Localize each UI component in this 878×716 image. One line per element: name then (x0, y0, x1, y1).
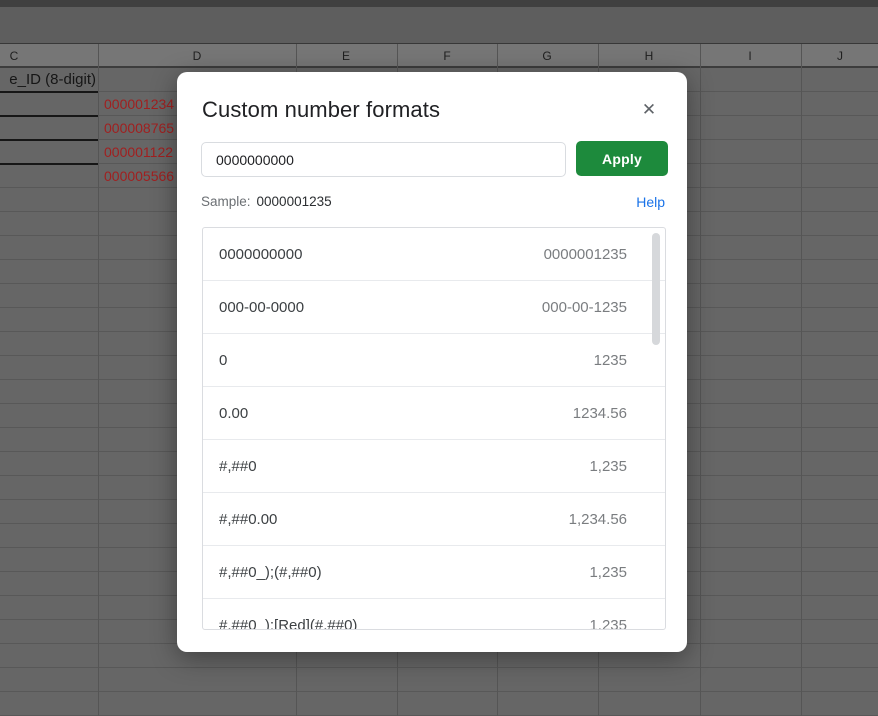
format-code: 0000000000 (219, 246, 302, 263)
help-link[interactable]: Help (636, 194, 665, 210)
format-example: 000-00-1235 (542, 299, 627, 316)
format-example: 1,235 (589, 617, 627, 630)
sheets-app-dimmed-background: C D E F G H I J e_ID (8-digit) 000001234… (0, 0, 878, 716)
column-header-i[interactable]: I (748, 49, 751, 63)
format-code: #,##0_);[Red](#,##0) (219, 617, 357, 630)
column-header-row: C D E F G H I J (0, 43, 878, 68)
format-example: 1,235 (589, 564, 627, 581)
column-header-c[interactable]: C (10, 49, 19, 63)
sample-row: Sample: 0000001235 Help (201, 194, 665, 212)
format-list-item[interactable]: 0 1235 (203, 334, 665, 387)
cell-d-value[interactable]: 000001122 (104, 140, 184, 164)
format-list-item[interactable]: 000-00-0000 000-00-1235 (203, 281, 665, 334)
format-example: 1235 (594, 352, 627, 369)
format-list-item[interactable]: #,##0 1,235 (203, 440, 665, 493)
column-header-h[interactable]: H (645, 49, 654, 63)
format-code: #,##0 (219, 458, 257, 475)
format-code: 000-00-0000 (219, 299, 304, 316)
format-example: 0000001235 (544, 246, 627, 263)
format-example: 1,234.56 (569, 511, 627, 528)
format-code: 0.00 (219, 405, 248, 422)
cell-d-value[interactable]: 000008765 (104, 116, 184, 140)
cell-d-value[interactable]: 000005566 (104, 164, 184, 188)
grid-vline (700, 44, 701, 716)
dialog-title: Custom number formats (202, 97, 440, 123)
cell-border-black (0, 163, 98, 165)
cell-border-black (0, 115, 98, 117)
browser-chrome-strip (0, 0, 878, 7)
format-code: 0 (219, 352, 227, 369)
column-header-f[interactable]: F (443, 49, 450, 63)
format-code: #,##0.00 (219, 511, 277, 528)
apply-button[interactable]: Apply (576, 141, 668, 176)
grid-vline (98, 44, 99, 716)
format-example: 1234.56 (573, 405, 627, 422)
column-header-d[interactable]: D (193, 49, 202, 63)
cell-header-employee-id[interactable]: e_ID (8-digit) (0, 68, 96, 92)
format-list-item[interactable]: #,##0_);[Red](#,##0) 1,235 (203, 599, 665, 630)
format-list-item[interactable]: #,##0.00 1,234.56 (203, 493, 665, 546)
custom-number-formats-dialog: Custom number formats ✕ Apply Sample:000… (177, 72, 687, 652)
column-header-j[interactable]: J (837, 49, 843, 63)
close-icon[interactable]: ✕ (635, 96, 663, 124)
format-example: 1,235 (589, 458, 627, 475)
sample-label: Sample: (201, 194, 251, 209)
format-list-item[interactable]: 0000000000 0000001235 (203, 228, 665, 281)
format-code: #,##0_);(#,##0) (219, 564, 322, 581)
format-list: 0000000000 0000001235 000-00-0000 000-00… (202, 227, 666, 630)
sample-value: 0000001235 (257, 194, 332, 209)
format-list-item[interactable]: #,##0_);(#,##0) 1,235 (203, 546, 665, 599)
grid-vline (801, 44, 802, 716)
format-list-item[interactable]: 0.00 1234.56 (203, 387, 665, 440)
custom-format-input[interactable] (201, 142, 566, 177)
cell-border-black (0, 139, 98, 141)
column-header-e[interactable]: E (342, 49, 350, 63)
sheets-toolbar-dimmed (0, 7, 878, 43)
list-scrollbar-thumb[interactable] (652, 233, 660, 345)
cell-d-value[interactable]: 000001234 (104, 92, 184, 116)
column-header-g[interactable]: G (542, 49, 551, 63)
